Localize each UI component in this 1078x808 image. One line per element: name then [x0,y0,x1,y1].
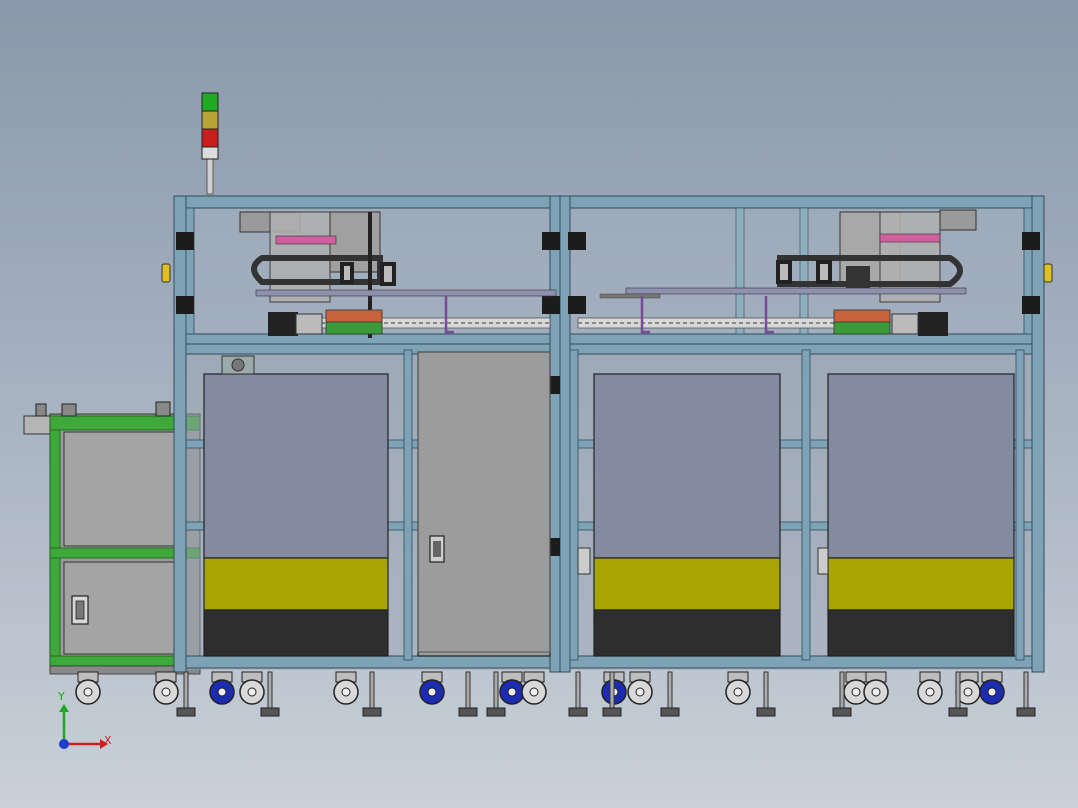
caster-hub [851,687,861,697]
axis-x-label: X [104,734,112,747]
caster-hub [217,687,227,697]
caster-hub [871,687,881,697]
leveling-foot-pad [1016,707,1036,717]
leveling-foot-rod [575,671,581,709]
caster-hub [161,687,171,697]
leveling-foot-rod [183,671,189,709]
caster-hub [635,687,645,697]
axis-y-label: Y [57,690,65,703]
cabinet-1 [203,355,389,657]
cabinet-door [417,351,551,657]
ball-screw-right [577,317,841,329]
cabinet-3 [817,373,1015,657]
tower-red-light [201,128,219,148]
leveling-foot-pad [260,707,280,717]
leveling-foot-pad [176,707,196,717]
leveling-foot-pad [660,707,680,717]
caster-hub [247,687,257,697]
leveling-foot-pad [568,707,588,717]
leveling-foot-pad [948,707,968,717]
caster-hub [83,687,93,697]
caster-hub [925,687,935,697]
casters [75,671,1036,717]
leveling-foot-rod [839,671,845,709]
right-side-button [1043,263,1053,283]
leveling-foot-rod [369,671,375,709]
leveling-foot-pad [832,707,852,717]
caster-hub [987,687,997,697]
leveling-foot-rod [609,671,615,709]
caster-hub [733,687,743,697]
tower-green-light [201,92,219,112]
leveling-foot-pad [362,707,382,717]
tower-amber-light [201,110,219,130]
leveling-foot-rod [465,671,471,709]
leveling-foot-rod [493,671,499,709]
caster-hub [963,687,973,697]
leveling-foot-rod [267,671,273,709]
leveling-foot-pad [486,707,506,717]
left-side-button [161,263,171,283]
machine-drawing: X Y [23,92,1053,749]
leveling-foot-pad [602,707,622,717]
caster-hub [529,687,539,697]
leveling-foot-rod [763,671,769,709]
leveling-foot-rod [667,671,673,709]
leveling-foot-pad [458,707,478,717]
leveling-foot-rod [955,671,961,709]
caster-hub [341,687,351,697]
caster-hub [427,687,437,697]
leveling-foot-rod [1023,671,1029,709]
leveling-foot-pad [756,707,776,717]
signal-tower [201,92,219,195]
caster-hub [507,687,517,697]
cabinet-2 [577,373,781,657]
